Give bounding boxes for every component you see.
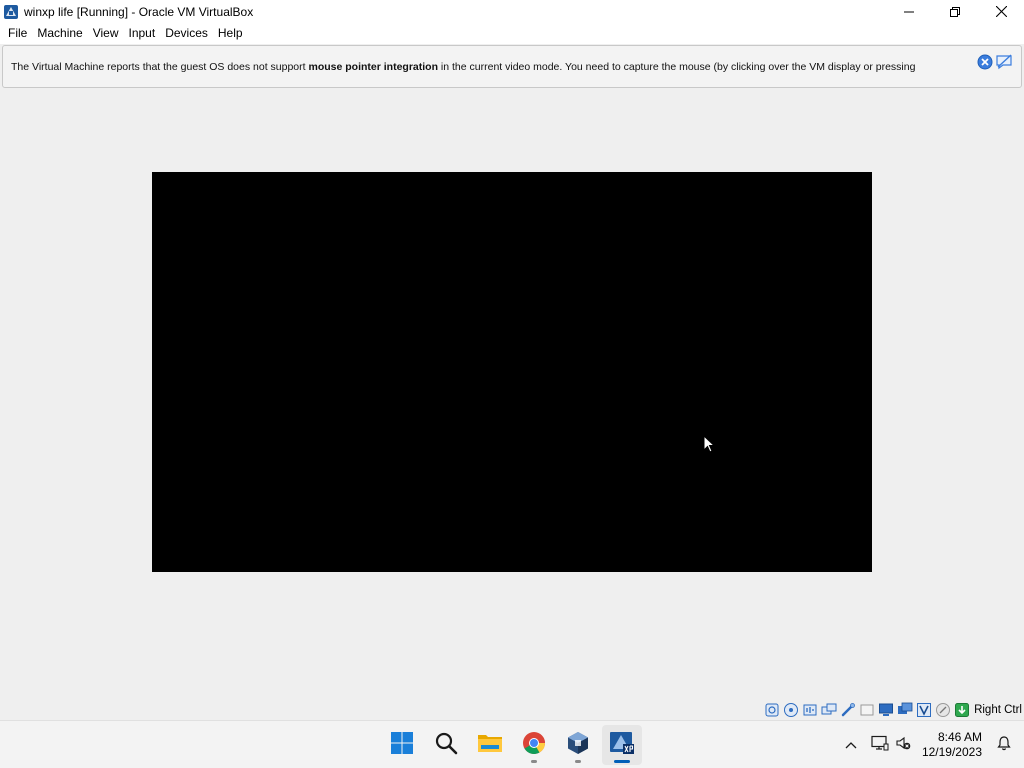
hard-disk-icon[interactable] <box>763 701 781 719</box>
bell-icon <box>996 735 1012 756</box>
virtualbox-manager-button[interactable] <box>558 725 598 765</box>
notifications-button[interactable] <box>990 725 1018 765</box>
audio-icon[interactable] <box>801 701 819 719</box>
clock-date: 12/19/2023 <box>921 745 982 759</box>
active-indicator <box>614 760 630 763</box>
chrome-icon <box>522 731 546 760</box>
winxp-vm-button[interactable] <box>602 725 642 765</box>
menu-input[interactable]: Input <box>124 23 161 44</box>
notification-text: The Virtual Machine reports that the gue… <box>11 61 966 73</box>
chrome-button[interactable] <box>514 725 554 765</box>
menu-view[interactable]: View <box>88 23 124 44</box>
close-notification-button[interactable] <box>976 54 993 75</box>
clock[interactable]: 8:46 AM 12/19/2023 <box>922 730 982 760</box>
minimize-icon <box>904 7 914 17</box>
notification-buttons <box>976 54 1013 75</box>
close-icon <box>995 6 1007 17</box>
mouse-integration-icon[interactable] <box>934 701 952 719</box>
keyboard-capture-icon[interactable] <box>953 701 971 719</box>
do-not-show-again-icon <box>996 54 1013 75</box>
virtualbox-manager-icon <box>566 731 590 760</box>
mouse-cursor-icon <box>703 434 716 458</box>
file-explorer-button[interactable] <box>470 725 510 765</box>
display-icon[interactable] <box>877 701 895 719</box>
winxp-vm-icon <box>609 731 635 760</box>
mouse-integration-notification: The Virtual Machine reports that the gue… <box>2 45 1022 88</box>
menu-help[interactable]: Help <box>213 23 248 44</box>
window-controls <box>886 0 1024 23</box>
notification-text-bold: mouse pointer integration <box>308 60 438 73</box>
notification-text-end: in the current video mode. You need to c… <box>438 60 916 73</box>
close-button[interactable] <box>978 0 1024 23</box>
shared-folders-icon[interactable] <box>858 701 876 719</box>
windows-taskbar: 8:46 AM 12/19/2023 <box>0 720 1024 768</box>
maximize-button[interactable] <box>932 0 978 23</box>
quick-settings-button[interactable] <box>866 725 916 765</box>
running-indicator <box>531 760 537 763</box>
file-explorer-icon <box>477 731 503 760</box>
taskbar-apps <box>382 721 642 768</box>
title-bar: winxp life [Running] - Oracle VM Virtual… <box>0 0 1024 23</box>
vm-display[interactable] <box>152 172 872 572</box>
close-notification-icon <box>977 54 993 75</box>
menu-file[interactable]: File <box>3 23 32 44</box>
network-icon <box>871 735 889 756</box>
search-icon <box>434 731 458 760</box>
windows-start-icon <box>390 731 414 760</box>
minimize-button[interactable] <box>886 0 932 23</box>
usb-icon[interactable] <box>839 701 857 719</box>
notification-text-start: The Virtual Machine reports that the gue… <box>11 60 309 73</box>
clock-time: 8:46 AM <box>937 730 982 744</box>
host-key-label: Right Ctrl <box>974 704 1022 716</box>
virtualbox-icon <box>3 4 19 20</box>
volume-muted-icon <box>895 735 911 756</box>
start-button[interactable] <box>382 725 422 765</box>
status-icons: Right Ctrl <box>763 701 1022 719</box>
search-button[interactable] <box>426 725 466 765</box>
show-hidden-icons-button[interactable] <box>836 725 866 765</box>
network-icon[interactable] <box>820 701 838 719</box>
menu-machine[interactable]: Machine <box>32 23 87 44</box>
video-capture-icon[interactable] <box>896 701 914 719</box>
running-indicator <box>575 760 581 763</box>
optical-drive-icon[interactable] <box>782 701 800 719</box>
menu-bar: File Machine View Input Devices Help <box>0 23 1024 44</box>
maximize-icon <box>950 6 960 17</box>
window-title: winxp life [Running] - Oracle VM Virtual… <box>24 4 254 19</box>
chevron-up-icon <box>845 736 857 754</box>
do-not-show-again-button[interactable] <box>996 54 1013 75</box>
vm-status-bar: Right Ctrl <box>0 699 1024 720</box>
menu-devices[interactable]: Devices <box>160 23 213 44</box>
system-tray: 8:46 AM 12/19/2023 <box>836 721 1024 768</box>
virtualization-icon[interactable] <box>915 701 933 719</box>
